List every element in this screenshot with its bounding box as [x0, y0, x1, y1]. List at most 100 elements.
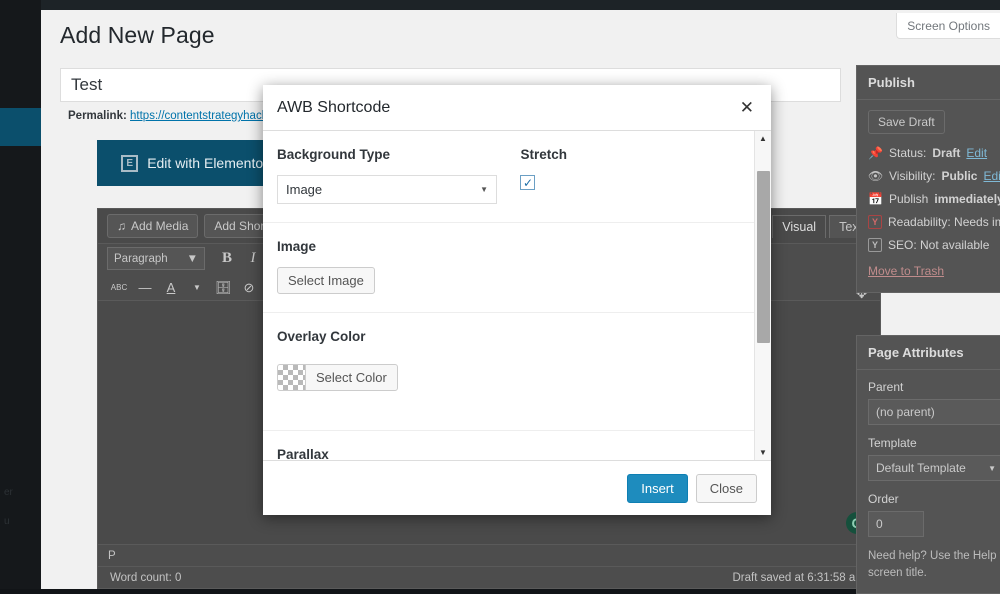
- template-value: Default Template: [876, 461, 966, 475]
- background-type-value: Image: [286, 182, 323, 197]
- field-overlay-color: Overlay Color Select Color: [263, 313, 754, 431]
- select-image-button[interactable]: Select Image: [277, 267, 375, 294]
- chevron-down-icon: ▼: [186, 252, 198, 265]
- template-label: Template: [868, 436, 917, 450]
- sidebar-item-label-partial-1[interactable]: er: [4, 487, 13, 498]
- draft-saved-status: Draft saved at 6:31:58 am.: [732, 571, 868, 584]
- close-label: Close: [709, 480, 743, 496]
- move-to-trash-link[interactable]: Move to Trash: [868, 264, 944, 278]
- edit-with-elementor-label: Edit with Elementor: [147, 155, 268, 171]
- overlay-color-picker[interactable]: Select Color: [277, 364, 398, 391]
- select-color-label: Select Color: [316, 370, 387, 385]
- modal-body: Background Type Image ▼ Stretch ✓ Image: [263, 131, 771, 461]
- scroll-down-icon[interactable]: ▼: [755, 445, 771, 460]
- template-select[interactable]: Default Template ▼: [868, 455, 1000, 481]
- select-color-button[interactable]: Select Color: [305, 364, 398, 391]
- parent-value: (no parent): [876, 405, 935, 419]
- color-swatch[interactable]: [277, 364, 305, 391]
- insert-button[interactable]: Insert: [627, 473, 688, 503]
- wp-admin-sidebar-menu[interactable]: er u: [0, 0, 49, 589]
- visibility-edit-link[interactable]: Edit: [983, 169, 1000, 183]
- order-input[interactable]: 0: [868, 511, 924, 537]
- awb-shortcode-modal: AWB Shortcode ✕ Background Type Image ▼ …: [263, 85, 771, 515]
- yoast-readability-icon: Y: [868, 215, 882, 229]
- add-media-label: Add Media: [131, 219, 189, 233]
- publish-date-value: immediately: [934, 192, 1000, 206]
- page-title: Add New Page: [60, 22, 215, 48]
- post-title-value: Test: [71, 75, 103, 94]
- screen-options-tab[interactable]: Screen Options: [896, 13, 1000, 39]
- background-type-select[interactable]: Image ▼: [277, 175, 497, 204]
- stretch-checkbox[interactable]: ✓: [520, 175, 536, 190]
- save-draft-button[interactable]: Save Draft: [868, 110, 945, 134]
- paragraph-format-value: Paragraph: [114, 252, 168, 265]
- paste-as-text-icon[interactable]: 🗄: [211, 277, 235, 299]
- strikethrough-icon[interactable]: ABC: [107, 277, 131, 299]
- permalink-row: Permalink: https://contentstrategyhack: [68, 110, 267, 122]
- close-icon[interactable]: ✕: [737, 97, 757, 118]
- chevron-down-icon: ▼: [480, 185, 488, 194]
- bold-icon[interactable]: B: [215, 248, 239, 270]
- page-attributes-help-text: Need help? Use the Help t screen title.: [868, 550, 1000, 579]
- page-attributes-body: Parent (no parent) Template Default Temp…: [857, 370, 1000, 593]
- cancel-button[interactable]: Close: [695, 473, 757, 503]
- horizontal-rule-icon[interactable]: —: [133, 277, 157, 299]
- text-color-icon[interactable]: A: [159, 277, 183, 299]
- sidebar-item-label-partial-2[interactable]: u: [4, 516, 10, 527]
- modal-scrollbar[interactable]: ▲ ▼: [754, 131, 771, 460]
- save-draft-label: Save Draft: [878, 115, 935, 129]
- parent-select[interactable]: (no parent): [868, 399, 1000, 425]
- modal-title: AWB Shortcode: [277, 98, 391, 116]
- modal-header: AWB Shortcode ✕: [263, 85, 771, 131]
- scrollbar-thumb[interactable]: [757, 171, 770, 343]
- calendar-icon: 📅: [868, 192, 883, 206]
- status-value: Draft: [932, 146, 961, 160]
- stretch-column: Stretch ✓: [520, 147, 740, 204]
- permalink-link[interactable]: https://contentstrategyhack: [130, 110, 267, 122]
- publish-metabox-body: Save Draft 📌 Status: Draft Edit 👁 Visibi…: [857, 100, 1000, 292]
- add-media-button[interactable]: ♫ Add Media: [107, 214, 199, 238]
- modal-footer: Insert Close: [263, 461, 771, 515]
- background-type-label: Background Type: [277, 147, 391, 162]
- readability-row: Y Readability: Needs imp: [868, 215, 1000, 229]
- word-count: Word count: 0: [110, 571, 182, 584]
- overlay-color-label: Overlay Color: [277, 329, 366, 344]
- publish-metabox: Publish Save Draft 📌 Status: Draft Edit …: [856, 65, 1000, 293]
- permalink-label: Permalink:: [68, 110, 127, 122]
- parallax-label: Parallax: [277, 447, 329, 461]
- seo-row: Y SEO: Not available: [868, 238, 1000, 252]
- scroll-up-icon[interactable]: ▲: [755, 131, 771, 146]
- publish-date-row: 📅 Publish immediately E: [868, 192, 1000, 206]
- clear-formatting-icon[interactable]: ⊘: [237, 277, 261, 299]
- visibility-row: 👁 Visibility: Public Edit: [868, 169, 1000, 183]
- sidebar-item-current[interactable]: [0, 108, 49, 146]
- chevron-down-icon: ▼: [988, 463, 996, 473]
- eye-icon: 👁: [868, 169, 884, 183]
- editor-status-bar: Word count: 0 Draft saved at 6:31:58 am.: [98, 566, 880, 588]
- image-label: Image: [277, 239, 317, 254]
- yoast-seo-icon: Y: [868, 238, 882, 252]
- elementor-icon: E: [121, 154, 139, 172]
- status-edit-link[interactable]: Edit: [966, 146, 987, 160]
- select-image-label: Select Image: [288, 273, 364, 288]
- page-attributes-title: Page Attributes: [857, 336, 1000, 370]
- add-media-icon: ♫: [117, 219, 126, 233]
- publish-metabox-title: Publish: [857, 66, 1000, 100]
- tab-visual[interactable]: Visual: [772, 215, 827, 238]
- background-type-column: Background Type Image ▼: [277, 147, 520, 204]
- field-image: Image Select Image: [263, 223, 754, 313]
- wp-admin-bar[interactable]: [0, 0, 1000, 10]
- italic-icon[interactable]: I: [241, 248, 265, 270]
- insert-label: Insert: [641, 480, 674, 496]
- element-path-value: P: [108, 549, 116, 562]
- order-label: Order: [868, 492, 899, 506]
- order-value: 0: [876, 517, 883, 531]
- publish-date-label: Publish: [889, 192, 929, 206]
- text-color-caret-icon[interactable]: ▼: [185, 277, 209, 299]
- readability-text: Readability: Needs imp: [888, 215, 1000, 229]
- field-background-type: Background Type Image ▼ Stretch ✓: [263, 131, 754, 223]
- paragraph-format-select[interactable]: Paragraph ▼: [107, 247, 205, 270]
- status-label: Status:: [889, 146, 927, 160]
- visibility-label: Visibility:: [889, 169, 936, 183]
- visibility-value: Public: [941, 169, 978, 183]
